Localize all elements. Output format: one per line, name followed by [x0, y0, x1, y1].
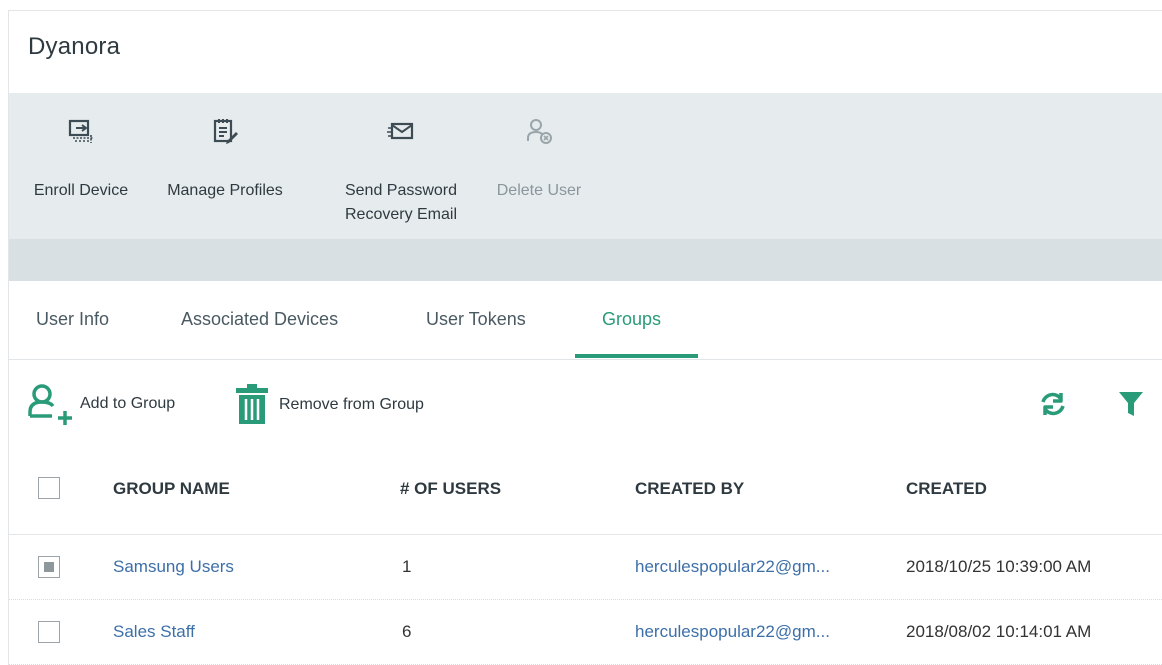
column-header-created-by[interactable]: CREATED BY: [635, 479, 744, 499]
envelope-icon: [387, 117, 415, 145]
created-by-link[interactable]: herculespopular22@gm...: [635, 622, 830, 642]
user-count: 1: [402, 557, 412, 576]
tab-groups[interactable]: Groups: [602, 309, 661, 330]
group-name-link[interactable]: Sales Staff: [113, 622, 195, 642]
remove-from-group-label: Remove from Group: [279, 396, 424, 413]
group-actions-bar: Add to Group Remove from Group: [0, 380, 1162, 430]
column-header-users[interactable]: # OF USERS: [400, 479, 501, 499]
enroll-device-icon: [67, 117, 95, 145]
toolbar-subbar: [9, 239, 1162, 281]
tab-user-tokens[interactable]: User Tokens: [426, 309, 526, 330]
add-to-group-button[interactable]: Add to Group: [28, 382, 175, 426]
remove-from-group-button[interactable]: Remove from Group: [235, 384, 424, 426]
column-header-group-name[interactable]: GROUP NAME: [113, 479, 230, 499]
manage-profiles-icon: [211, 117, 239, 145]
column-header-created[interactable]: CREATED: [906, 479, 987, 499]
send-password-label-line1: Send Password: [344, 182, 458, 199]
refresh-icon[interactable]: [1039, 390, 1067, 423]
manage-profiles-button[interactable]: Manage Profiles: [151, 93, 299, 239]
delete-user-button[interactable]: Delete User: [487, 93, 591, 239]
table-row[interactable]: Samsung Users 1 herculespopular22@gm... …: [9, 535, 1162, 600]
detail-tabs: User Info Associated Devices User Tokens…: [9, 281, 1162, 360]
send-password-label-line2: Recovery Email: [344, 206, 458, 223]
enroll-device-button[interactable]: Enroll Device: [17, 93, 145, 239]
created-by-link[interactable]: herculespopular22@gm...: [635, 557, 830, 577]
enroll-device-label: Enroll Device: [33, 182, 129, 199]
filter-icon[interactable]: [1118, 390, 1144, 423]
select-all-checkbox[interactable]: [38, 477, 60, 499]
row-checkbox[interactable]: [38, 621, 60, 643]
user-count: 6: [402, 622, 412, 641]
tab-user-info[interactable]: User Info: [36, 309, 109, 330]
send-password-label: Send Password Recovery Email: [321, 179, 481, 227]
page-title: Dyanora: [28, 33, 121, 60]
manage-profiles-label: Manage Profiles: [167, 182, 283, 199]
tab-associated-devices[interactable]: Associated Devices: [181, 309, 338, 330]
row-checkbox[interactable]: [38, 556, 60, 578]
delete-user-icon: [525, 117, 553, 145]
created-date: 2018/10/25 10:39:00 AM: [906, 557, 1092, 576]
trash-icon: [235, 384, 269, 426]
add-user-icon: [28, 382, 74, 426]
delete-user-label: Delete User: [496, 182, 582, 199]
action-toolbar: Enroll Device Manage Profiles Send Passw…: [9, 93, 1162, 239]
created-date: 2018/08/02 10:14:01 AM: [906, 622, 1092, 641]
send-password-recovery-button[interactable]: Send Password Recovery Email: [321, 93, 481, 239]
group-name-link[interactable]: Samsung Users: [113, 557, 234, 577]
table-header: GROUP NAME # OF USERS CREATED BY CREATED: [9, 462, 1162, 535]
table-row[interactable]: Sales Staff 6 herculespopular22@gm... 20…: [9, 600, 1162, 665]
active-tab-indicator: [575, 354, 698, 358]
add-to-group-label: Add to Group: [80, 395, 176, 412]
